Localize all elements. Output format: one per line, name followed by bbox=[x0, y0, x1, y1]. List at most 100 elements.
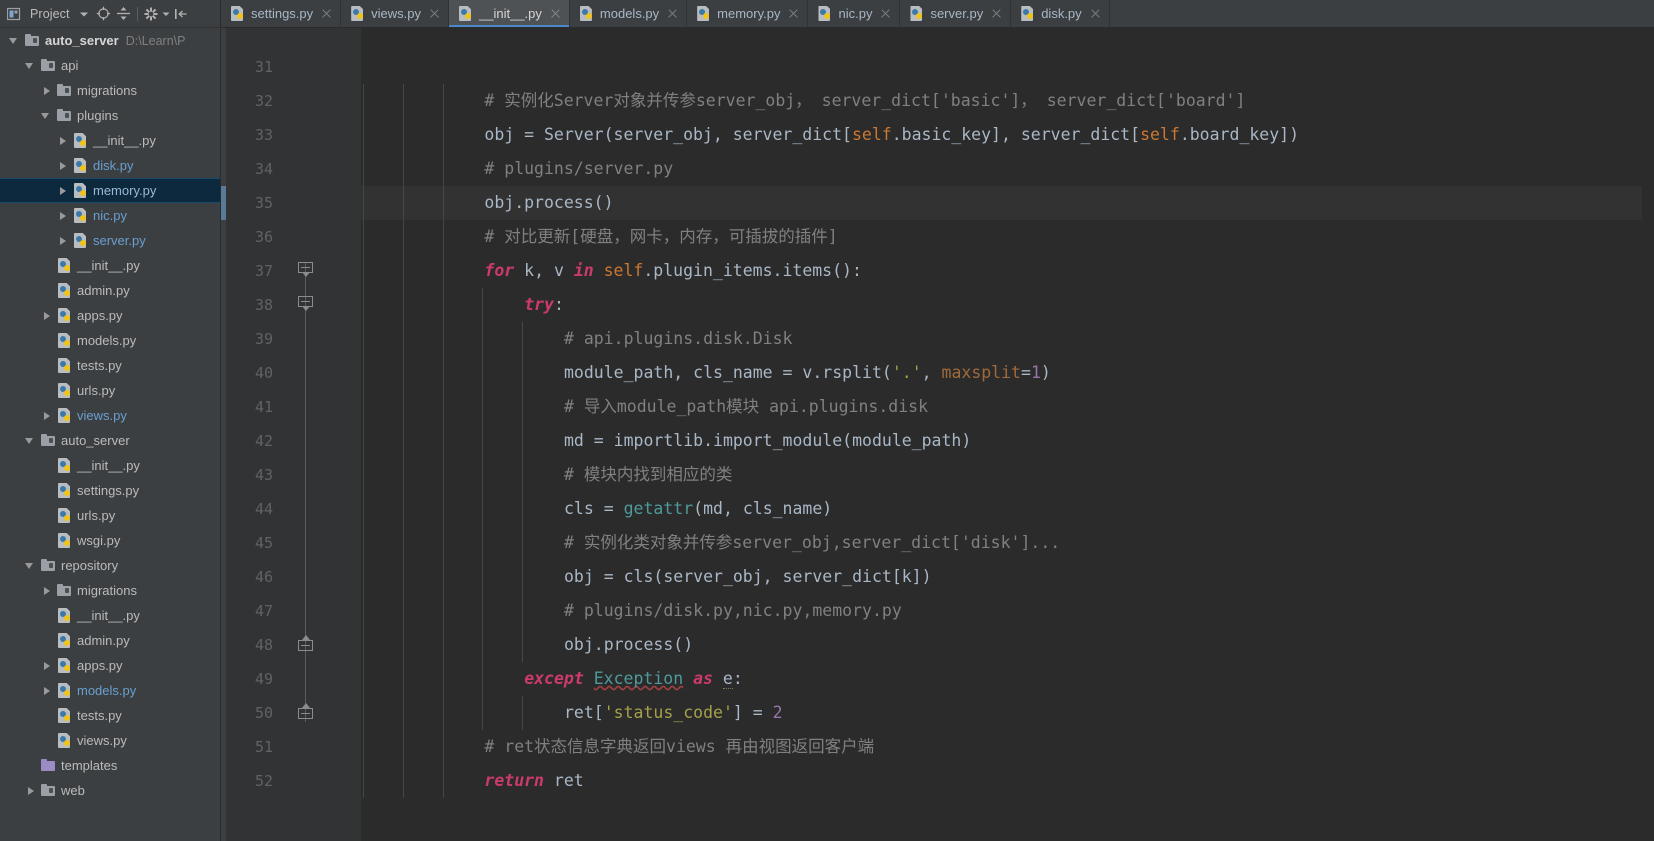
code-line[interactable]: # 模块内找到相应的类 bbox=[361, 458, 1654, 492]
expand-collapse-icon[interactable] bbox=[114, 3, 134, 25]
tree-item-admin-py[interactable]: admin.py bbox=[0, 628, 220, 653]
tree-item-auto-server[interactable]: auto_server bbox=[0, 428, 220, 453]
editor-tab-disk-py[interactable]: disk.py bbox=[1011, 0, 1110, 27]
chevron-right-icon[interactable] bbox=[24, 784, 37, 797]
code-line[interactable]: # ret状态信息字典返回views 再由视图返回客户端 bbox=[361, 730, 1654, 764]
chevron-right-icon[interactable] bbox=[40, 309, 53, 322]
tree-item-views-py[interactable]: views.py bbox=[0, 728, 220, 753]
code-line[interactable]: return ret bbox=[361, 764, 1654, 798]
tree-item-models-py[interactable]: models.py bbox=[0, 678, 220, 703]
code-line[interactable]: # api.plugins.disk.Disk bbox=[361, 322, 1654, 356]
code-fold-column[interactable] bbox=[295, 28, 317, 841]
chevron-right-icon[interactable] bbox=[56, 184, 69, 197]
tree-item-memory-py[interactable]: memory.py bbox=[0, 178, 220, 203]
close-icon[interactable] bbox=[787, 7, 800, 20]
chevron-right-icon[interactable] bbox=[40, 409, 53, 422]
tree-item-admin-py[interactable]: admin.py bbox=[0, 278, 220, 303]
locate-target-icon[interactable] bbox=[94, 3, 114, 25]
tree-item-api[interactable]: api bbox=[0, 53, 220, 78]
code-line[interactable]: try: bbox=[361, 288, 1654, 322]
editor-tab-nic-py[interactable]: nic.py bbox=[808, 0, 901, 27]
close-icon[interactable] bbox=[666, 7, 679, 20]
editor-gutter[interactable]: 31 32 33 34 35 36 37 38 39 40 41 42 43 44 45 46 47 48 49 50… bbox=[221, 28, 361, 841]
tree-item-urls-py[interactable]: urls.py bbox=[0, 503, 220, 528]
chevron-down-icon[interactable] bbox=[24, 59, 37, 72]
chevron-right-icon[interactable] bbox=[40, 659, 53, 672]
tree-item-init-py[interactable]: __init__.py bbox=[0, 253, 220, 278]
tree-item-web[interactable]: web bbox=[0, 778, 220, 803]
close-icon[interactable] bbox=[549, 7, 562, 20]
fold-toggle-collapse-start[interactable] bbox=[298, 262, 313, 277]
tree-item-disk-py[interactable]: disk.py bbox=[0, 153, 220, 178]
tree-item-tests-py[interactable]: tests.py bbox=[0, 703, 220, 728]
chevron-right-icon[interactable] bbox=[40, 84, 53, 97]
code-line[interactable]: # plugins/server.py bbox=[361, 152, 1654, 186]
chevron-down-icon[interactable] bbox=[40, 109, 53, 122]
code-line[interactable]: cls = getattr(md, cls_name) bbox=[361, 492, 1654, 526]
fold-toggle-collapse-end[interactable] bbox=[298, 635, 313, 651]
editor-tab-models-py[interactable]: models.py bbox=[569, 0, 688, 27]
fold-toggle-collapse-end[interactable] bbox=[298, 703, 313, 719]
editor-tab-memory-py[interactable]: memory.py bbox=[687, 0, 809, 27]
code-line[interactable]: # plugins/disk.py,nic.py,memory.py bbox=[361, 594, 1654, 628]
tree-item-migrations[interactable]: migrations bbox=[0, 78, 220, 103]
code-line[interactable] bbox=[361, 50, 1654, 84]
code-editor[interactable]: 31 32 33 34 35 36 37 38 39 40 41 42 43 44 45 46 47 48 49 50… bbox=[221, 28, 1654, 841]
tree-item-init-py[interactable]: __init__.py bbox=[0, 453, 220, 478]
code-line[interactable]: # 实例化类对象并传参server_obj,server_dict['disk'… bbox=[361, 526, 1654, 560]
editor-tab-bar[interactable]: settings.py views.py __init__.py models.py m… bbox=[221, 0, 1654, 28]
code-line[interactable]: # 导入module_path模块 api.plugins.disk bbox=[361, 390, 1654, 424]
tree-item-server-py[interactable]: server.py bbox=[0, 228, 220, 253]
chevron-right-icon[interactable] bbox=[40, 684, 53, 697]
tree-item-init-py[interactable]: __init__.py bbox=[0, 128, 220, 153]
code-content[interactable]: # 实例化Server对象并传参server_obj， server_dict[… bbox=[361, 28, 1654, 841]
tree-item-wsgi-py[interactable]: wsgi.py bbox=[0, 528, 220, 553]
hide-panel-icon[interactable] bbox=[171, 3, 191, 25]
project-view-icon[interactable] bbox=[4, 3, 24, 25]
fold-toggle-collapse-start[interactable] bbox=[298, 296, 313, 311]
code-line[interactable]: obj = cls(server_obj, server_dict[k]) bbox=[361, 560, 1654, 594]
tree-item-migrations[interactable]: migrations bbox=[0, 578, 220, 603]
close-icon[interactable] bbox=[990, 7, 1003, 20]
tree-item-plugins[interactable]: plugins bbox=[0, 103, 220, 128]
chevron-down-icon[interactable] bbox=[24, 559, 37, 572]
tree-item-templates[interactable]: templates bbox=[0, 753, 220, 778]
tree-item-init-py[interactable]: __init__.py bbox=[0, 603, 220, 628]
tree-item-apps-py[interactable]: apps.py bbox=[0, 653, 220, 678]
close-icon[interactable] bbox=[1089, 7, 1102, 20]
chevron-right-icon[interactable] bbox=[40, 584, 53, 597]
editor-tab-views-py[interactable]: views.py bbox=[341, 0, 450, 27]
chevron-right-icon[interactable] bbox=[56, 134, 69, 147]
tree-item-repository[interactable]: repository bbox=[0, 553, 220, 578]
tree-item-auto-server[interactable]: auto_server D:\Learn\P bbox=[0, 28, 220, 53]
chevron-right-icon[interactable] bbox=[56, 209, 69, 222]
tree-item-urls-py[interactable]: urls.py bbox=[0, 378, 220, 403]
gear-dropdown-icon[interactable] bbox=[161, 3, 171, 25]
code-line[interactable]: for k, v in self.plugin_items.items(): bbox=[361, 254, 1654, 288]
tree-item-apps-py[interactable]: apps.py bbox=[0, 303, 220, 328]
code-line[interactable]: obj.process() bbox=[361, 186, 1654, 220]
code-line[interactable]: module_path, cls_name = v.rsplit('.', ma… bbox=[361, 356, 1654, 390]
tree-item-settings-py[interactable]: settings.py bbox=[0, 478, 220, 503]
close-icon[interactable] bbox=[428, 7, 441, 20]
project-tree[interactable]: auto_server D:\Learn\P api migrations plugin… bbox=[0, 28, 220, 841]
editor-tab-settings-py[interactable]: settings.py bbox=[221, 0, 342, 27]
code-line[interactable]: ret['status_code'] = 2 bbox=[361, 696, 1654, 730]
tree-item-tests-py[interactable]: tests.py bbox=[0, 353, 220, 378]
code-line[interactable]: except Exception as e: bbox=[361, 662, 1654, 696]
editor-tab-server-py[interactable]: server.py bbox=[900, 0, 1012, 27]
code-line[interactable]: obj = Server(server_obj, server_dict[sel… bbox=[361, 118, 1654, 152]
code-line[interactable]: # 对比更新[硬盘，网卡，内存，可插拔的插件] bbox=[361, 220, 1654, 254]
tree-item-views-py[interactable]: views.py bbox=[0, 403, 220, 428]
chevron-down-icon[interactable] bbox=[24, 434, 37, 447]
code-line[interactable]: obj.process() bbox=[361, 628, 1654, 662]
chevron-right-icon[interactable] bbox=[56, 234, 69, 247]
settings-gear-icon[interactable] bbox=[141, 3, 161, 25]
editor-vertical-scrollbar[interactable] bbox=[1642, 28, 1654, 841]
close-icon[interactable] bbox=[879, 7, 892, 20]
editor-tab-init-py[interactable]: __init__.py bbox=[449, 0, 570, 27]
chevron-down-icon[interactable] bbox=[74, 3, 94, 25]
tree-item-models-py[interactable]: models.py bbox=[0, 328, 220, 353]
chevron-right-icon[interactable] bbox=[56, 159, 69, 172]
code-line[interactable]: md = importlib.import_module(module_path… bbox=[361, 424, 1654, 458]
